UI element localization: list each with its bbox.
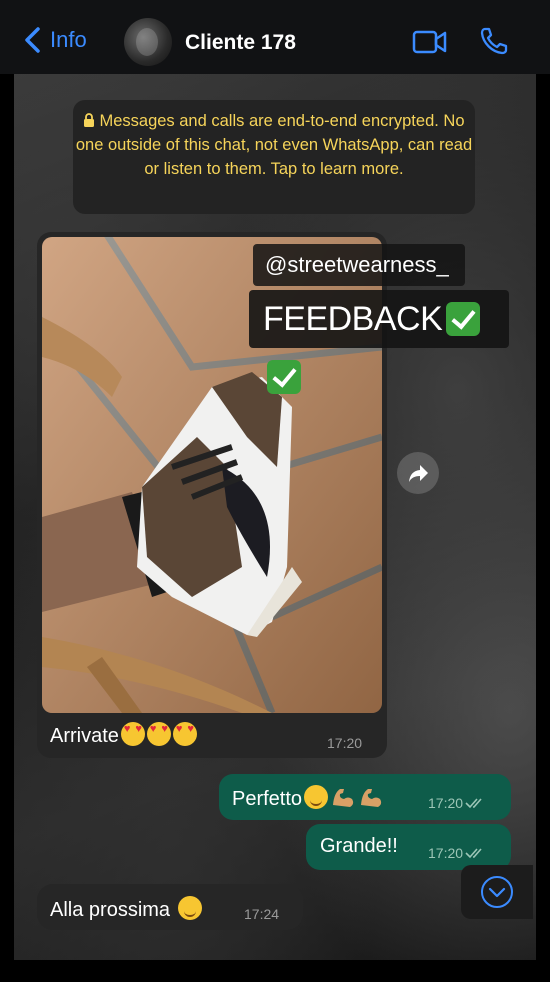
message-text: Grande!! xyxy=(320,835,398,857)
encryption-notice[interactable]: Messages and calls are end-to-end encryp… xyxy=(73,100,475,214)
message-time: 17:20 xyxy=(428,845,485,861)
message-text: Perfetto xyxy=(232,785,384,811)
chevron-down-icon xyxy=(481,876,513,908)
message-time-value: 17:20 xyxy=(428,795,464,811)
wink-emoji xyxy=(177,896,202,920)
contact-name[interactable]: Cliente 178 xyxy=(185,31,296,55)
message-time-value: 17:20 xyxy=(428,845,464,861)
story-title-text: FEEDBACK xyxy=(263,300,443,338)
encryption-notice-text: Messages and calls are end-to-end encryp… xyxy=(75,112,473,178)
lock-icon xyxy=(84,113,95,127)
heart-eyes-emoji xyxy=(146,722,171,746)
chevron-left-icon xyxy=(25,27,40,53)
story-tag: @streetwearness_ xyxy=(253,244,465,286)
story-title: FEEDBACK xyxy=(249,290,509,394)
back-button[interactable]: Info xyxy=(22,25,87,55)
forward-icon xyxy=(409,465,428,482)
wink-emoji xyxy=(304,785,329,809)
input-bar xyxy=(0,960,550,982)
message-time: 17:24 xyxy=(244,906,280,922)
message-time: 17:20 xyxy=(327,735,363,751)
double-check-icon xyxy=(465,848,482,859)
flexed-biceps-emoji xyxy=(333,789,354,807)
double-check-icon xyxy=(465,798,482,809)
heart-eyes-emoji xyxy=(120,722,145,746)
back-label: Info xyxy=(50,27,87,52)
video-call-icon[interactable] xyxy=(412,30,448,54)
scroll-to-bottom-button[interactable] xyxy=(461,865,533,919)
flexed-biceps-emoji xyxy=(361,789,382,807)
contact-avatar[interactable] xyxy=(124,18,172,66)
chat-header: Info Cliente 178 xyxy=(0,0,550,74)
message-time: 17:20 xyxy=(428,795,485,811)
message-text-value: Alla prossima xyxy=(50,899,171,921)
forward-button[interactable] xyxy=(397,452,439,494)
check-mark-icon xyxy=(267,360,301,394)
message-text: Alla prossima xyxy=(50,896,202,922)
message-text-value: Perfetto xyxy=(232,788,303,810)
check-mark-icon xyxy=(446,302,481,336)
phone-icon[interactable] xyxy=(479,26,509,56)
heart-eyes-emoji xyxy=(172,722,197,746)
image-caption: Arrivate xyxy=(50,722,197,748)
image-caption-text: Arrivate xyxy=(50,725,119,747)
